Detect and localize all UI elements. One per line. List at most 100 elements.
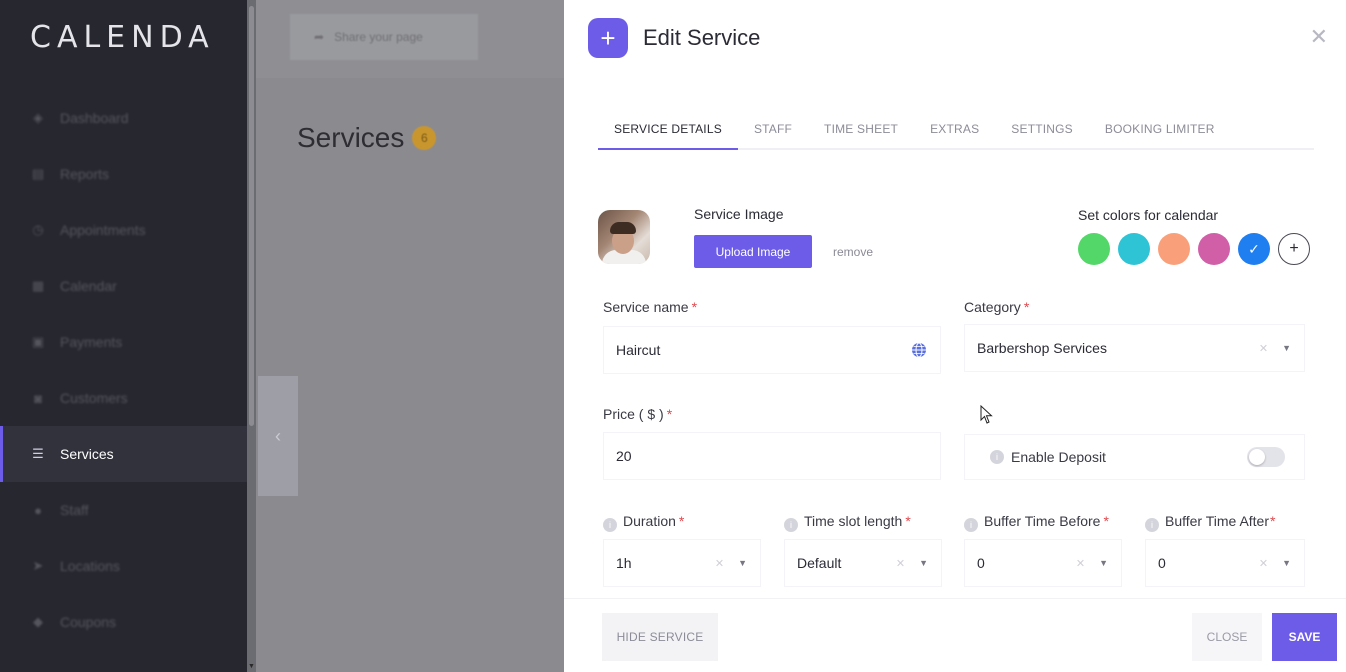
top-bar: ➦ Share your page — [256, 0, 564, 78]
add-color-button[interactable]: + — [1278, 233, 1310, 265]
color-swatch-selected[interactable]: ✓ — [1238, 233, 1270, 265]
service-name-input[interactable]: Haircut — [603, 326, 941, 374]
scrollbar-thumb[interactable] — [249, 6, 254, 426]
close-button[interactable]: CLOSE — [1192, 613, 1262, 661]
chevron-down-icon[interactable]: ▼ — [919, 558, 928, 568]
sidebar-item-dashboard[interactable]: ◈ Dashboard — [0, 90, 247, 146]
page-title-text: Services — [297, 122, 405, 153]
service-name-label: Service name * — [603, 299, 698, 315]
sidebar-item-label: Services — [60, 446, 114, 462]
chevron-down-icon[interactable]: ▼ — [1282, 558, 1291, 568]
buffer-time-after-value: 0 — [1158, 555, 1166, 571]
clear-icon[interactable]: ✕ — [1259, 557, 1268, 570]
remove-image-link[interactable]: remove — [833, 245, 873, 259]
drawer-header: + Edit Service — [588, 18, 760, 58]
color-swatch[interactable] — [1198, 233, 1230, 265]
sidebar-nav: ◈ Dashboard ▤ Reports ◷ Appointments ▦ C… — [0, 90, 247, 650]
drawer-footer: HIDE SERVICE CLOSE SAVE — [564, 598, 1346, 672]
share-page-label: Share your page — [334, 30, 423, 44]
staff-icon: ● — [34, 502, 42, 518]
buffer-time-before-label: i Buffer Time Before * — [964, 513, 1109, 532]
color-swatch[interactable] — [1118, 233, 1150, 265]
sidebar-item-staff[interactable]: ● Staff — [0, 482, 247, 538]
edit-service-drawer: + Edit Service ✕ SERVICE DETAILS STAFF T… — [564, 0, 1346, 672]
info-icon: i — [784, 518, 798, 532]
sidebar-item-label: Appointments — [60, 222, 146, 238]
share-page-button[interactable]: ➦ Share your page — [290, 14, 478, 60]
drawer-title: Edit Service — [643, 25, 761, 50]
sidebar-item-label: Reports — [60, 166, 110, 182]
app-logo: CALENDA — [30, 20, 215, 55]
tab-settings[interactable]: SETTINGS — [995, 112, 1089, 150]
sidebar-item-services[interactable]: ☰ Services — [0, 426, 247, 482]
scroll-down-arrow-icon[interactable]: ▼ — [248, 663, 255, 670]
sidebar: CALENDA ◈ Dashboard ▤ Reports ◷ Appointm… — [0, 0, 247, 672]
price-value: 20 — [616, 448, 632, 464]
chevron-down-icon[interactable]: ▼ — [1099, 558, 1108, 568]
clear-icon[interactable]: ✕ — [715, 557, 724, 570]
clear-icon[interactable]: ✕ — [1076, 557, 1085, 570]
check-icon: ✓ — [1248, 240, 1260, 257]
upload-image-button[interactable]: Upload Image — [694, 235, 812, 268]
plus-icon: + — [1289, 240, 1299, 257]
sidebar-item-label: Customers — [60, 390, 128, 406]
cube-icon: ◈ — [33, 110, 43, 125]
info-icon: i — [1145, 518, 1159, 532]
clear-icon[interactable]: ✕ — [1259, 342, 1268, 355]
sidebar-item-coupons[interactable]: ◆ Coupons — [0, 594, 247, 650]
services-count-badge: 6 — [412, 126, 437, 150]
chevron-down-icon[interactable]: ▼ — [738, 558, 747, 568]
sidebar-item-calendar[interactable]: ▦ Calendar — [0, 258, 247, 314]
info-icon: i — [964, 518, 978, 532]
buffer-time-before-value: 0 — [977, 555, 985, 571]
info-icon: i — [990, 450, 1004, 464]
sidebar-item-label: Locations — [60, 558, 120, 574]
color-swatch[interactable] — [1158, 233, 1190, 265]
sidebar-scrollbar[interactable]: ▼ — [247, 0, 256, 672]
time-slot-length-label: i Time slot length * — [784, 513, 911, 532]
customers-icon: ◙ — [34, 390, 42, 406]
price-input[interactable]: 20 — [603, 432, 941, 480]
calendar-colors-label: Set colors for calendar — [1078, 207, 1219, 223]
coupon-icon: ◆ — [33, 614, 43, 629]
enable-deposit-row: i Enable Deposit — [964, 434, 1305, 480]
sidebar-item-reports[interactable]: ▤ Reports — [0, 146, 247, 202]
chevron-left-icon: ‹ — [275, 425, 281, 446]
tab-time-sheet[interactable]: TIME SHEET — [808, 112, 914, 150]
tab-booking-limiter[interactable]: BOOKING LIMITER — [1089, 112, 1231, 150]
collapse-panel-button[interactable]: ‹ — [258, 376, 298, 496]
buffer-time-after-select[interactable]: 0 ✕ ▼ — [1145, 539, 1305, 587]
calendar-color-picker: ✓ + — [1078, 233, 1318, 265]
clear-icon[interactable]: ✕ — [896, 557, 905, 570]
page-title: Services 6 — [297, 122, 437, 154]
sidebar-item-payments[interactable]: ▣ Payments — [0, 314, 247, 370]
services-icon: ☰ — [32, 446, 44, 461]
buffer-time-after-label: i Buffer Time After* — [1145, 513, 1275, 532]
tab-extras[interactable]: EXTRAS — [914, 112, 995, 150]
sidebar-item-customers[interactable]: ◙ Customers — [0, 370, 247, 426]
sidebar-item-appointments[interactable]: ◷ Appointments — [0, 202, 247, 258]
tab-service-details[interactable]: SERVICE DETAILS — [598, 112, 738, 150]
globe-icon[interactable] — [911, 342, 927, 358]
buffer-time-before-select[interactable]: 0 ✕ ▼ — [964, 539, 1122, 587]
service-image-label: Service Image — [694, 206, 784, 222]
duration-select[interactable]: 1h ✕ ▼ — [603, 539, 761, 587]
color-swatch[interactable] — [1078, 233, 1110, 265]
price-label: Price ( $ ) * — [603, 406, 673, 422]
chevron-down-icon[interactable]: ▼ — [1282, 343, 1291, 353]
close-icon[interactable]: ✕ — [1310, 24, 1328, 50]
calendar-icon: ▦ — [31, 278, 45, 293]
enable-deposit-toggle[interactable] — [1247, 447, 1285, 467]
save-button[interactable]: SAVE — [1272, 613, 1337, 661]
sidebar-item-label: Dashboard — [60, 110, 129, 126]
sidebar-item-label: Staff — [60, 502, 89, 518]
tab-staff[interactable]: STAFF — [738, 112, 808, 150]
time-slot-length-select[interactable]: Default ✕ ▼ — [784, 539, 942, 587]
category-label: Category * — [964, 299, 1030, 315]
chart-icon: ▤ — [31, 166, 45, 181]
category-select[interactable]: Barbershop Services ✕ ▼ — [964, 324, 1305, 372]
info-icon: i — [603, 518, 617, 532]
hide-service-button[interactable]: HIDE SERVICE — [602, 613, 718, 661]
sidebar-item-locations[interactable]: ➤ Locations — [0, 538, 247, 594]
enable-deposit-label: Enable Deposit — [1011, 449, 1106, 465]
